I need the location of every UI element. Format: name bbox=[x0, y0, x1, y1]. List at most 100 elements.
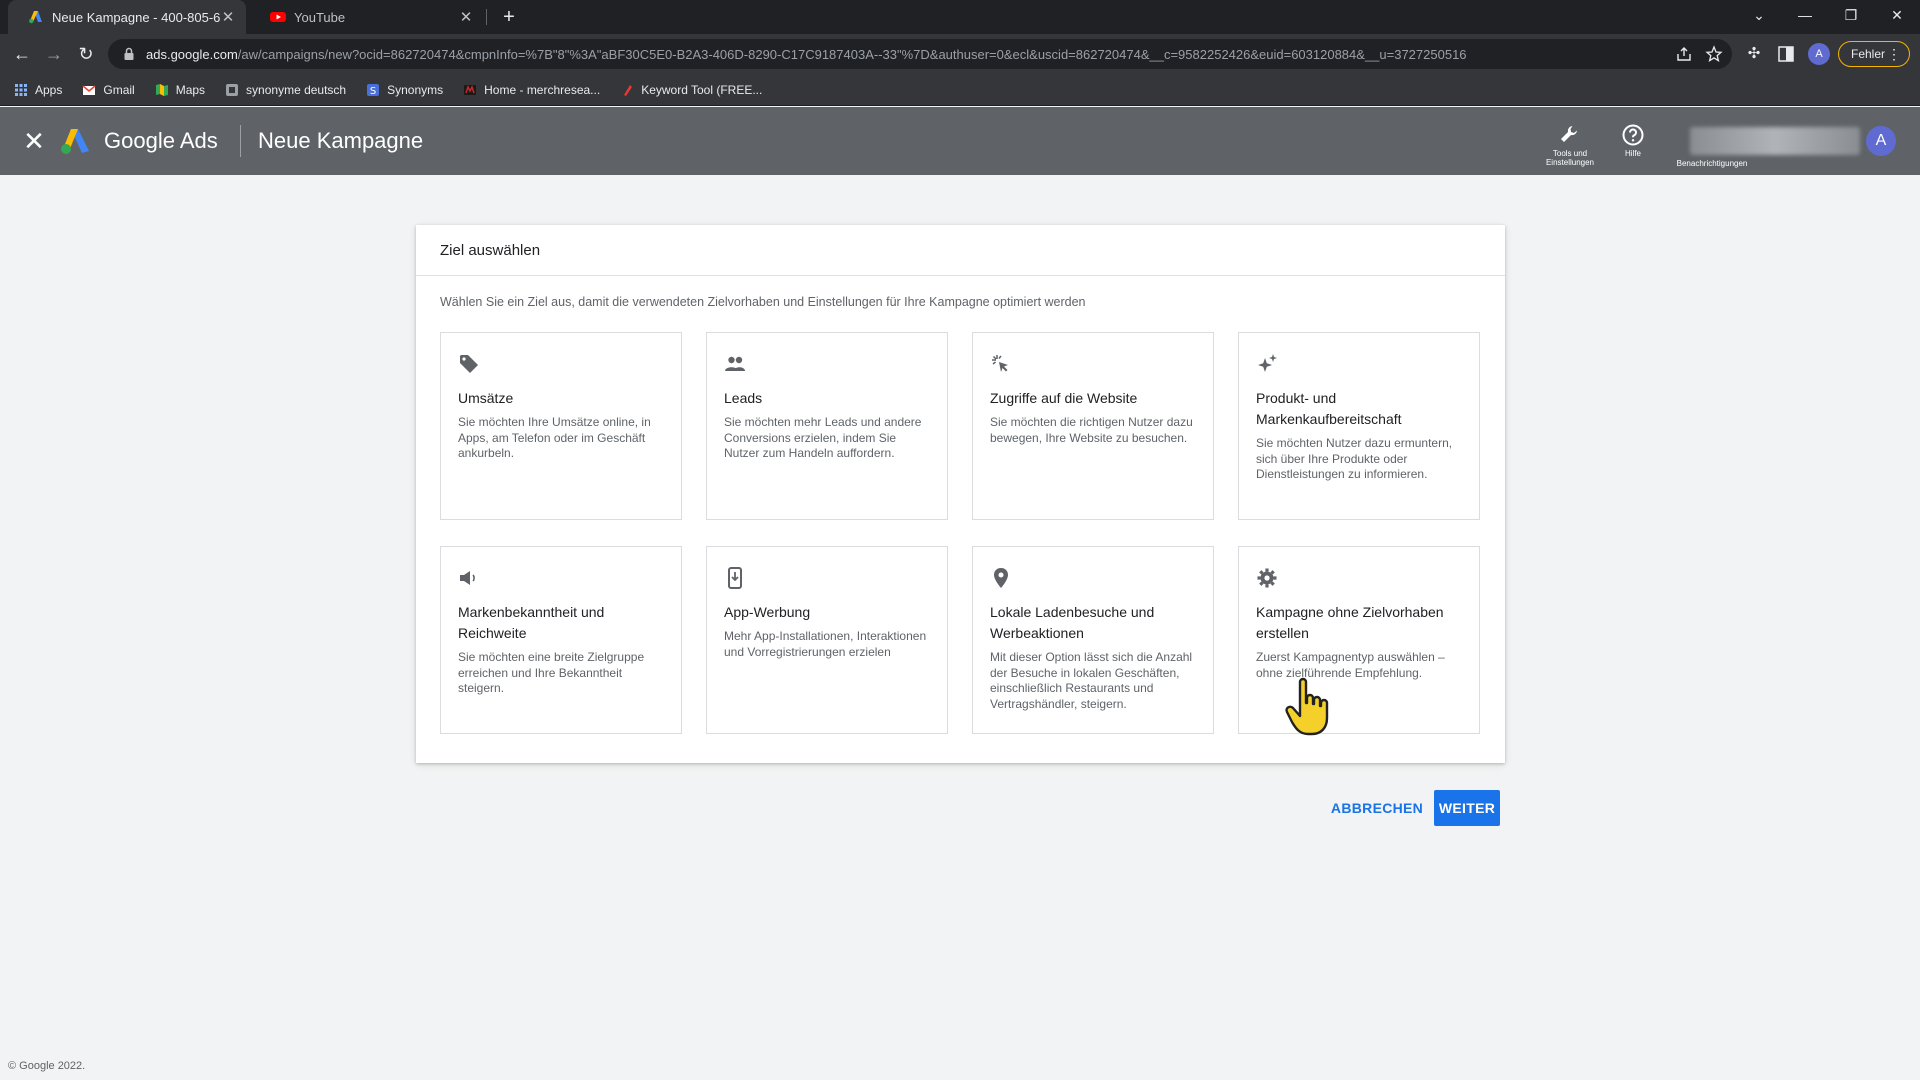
megaphone-icon bbox=[460, 571, 475, 585]
goal-card-description: Mehr App-Installationen, Interaktionen u… bbox=[724, 629, 927, 659]
bookmark-apps[interactable]: Apps bbox=[14, 83, 62, 97]
goal-card-description: Sie möchten mehr Leads und andere Conver… bbox=[724, 415, 922, 461]
restore-icon[interactable]: ❐ bbox=[1828, 0, 1874, 30]
merch-icon bbox=[464, 84, 477, 95]
tab-close-icon[interactable]: ✕ bbox=[220, 8, 236, 26]
dialog-divider bbox=[416, 275, 1505, 276]
bookmark-label: Keyword Tool (FREE... bbox=[641, 82, 763, 97]
bookmark-keyword-tool[interactable]: Keyword Tool (FREE... bbox=[620, 83, 762, 97]
cancel-button[interactable]: ABBRECHEN bbox=[1326, 790, 1428, 826]
goal-card-umsaetze[interactable]: Umsätze Sie möchten Ihre Umsätze online,… bbox=[440, 332, 682, 520]
goal-card-description: Sie möchten die richtigen Nutzer dazu be… bbox=[990, 415, 1193, 445]
wrench-icon bbox=[1561, 126, 1577, 142]
people-icon bbox=[725, 356, 745, 371]
bookmarks-bar: Apps Gmail Maps synonyme deutsch S Synon… bbox=[0, 74, 1920, 106]
goal-card-title: Umsätze bbox=[458, 390, 514, 406]
goal-card-description: Sie möchten Nutzer dazu ermuntern, sich … bbox=[1256, 436, 1453, 482]
url-host: ads.google.com bbox=[146, 46, 238, 62]
browser-toolbar: ← → ↻ ads.google.com/aw/campaigns/new?oc… bbox=[0, 34, 1920, 74]
ads-brand-name: Google Ads bbox=[104, 128, 218, 153]
tab-title: YouTube bbox=[294, 9, 346, 25]
site-icon bbox=[226, 83, 239, 96]
page-title: Neue Kampagne bbox=[258, 128, 424, 153]
goal-card-brand-consideration[interactable]: Produkt- und Markenkaufbereitschaft Sie … bbox=[1238, 332, 1480, 520]
tools-settings-button[interactable]: Tools und Einstellungen bbox=[1535, 123, 1605, 167]
goal-card-app-promotion[interactable]: App-Werbung Mehr App-Installationen, Int… bbox=[706, 546, 948, 734]
help-label: Hilfe bbox=[1624, 149, 1641, 158]
bookmark-label: Maps bbox=[175, 82, 206, 97]
apps-grid-icon bbox=[15, 83, 27, 96]
tab-search-chevron-icon[interactable]: ⌄ bbox=[1736, 0, 1782, 30]
goal-card-title: Zugriffe auf die Website bbox=[990, 390, 1138, 406]
browser-tabstrip: Neue Kampagne - 400-805-6921 ✕ YouTube ✕… bbox=[0, 0, 1920, 34]
goal-card-title: App-Werbung bbox=[724, 604, 811, 620]
bookmark-star-icon[interactable] bbox=[1705, 45, 1723, 63]
address-bar[interactable]: ads.google.com/aw/campaigns/new?ocid=862… bbox=[108, 39, 1732, 69]
tools-label-line1: Tools und bbox=[1552, 149, 1588, 158]
goal-card-title: Lokale Ladenbesuche und Werbeaktionen bbox=[990, 604, 1155, 641]
goal-card-title: Leads bbox=[724, 390, 763, 406]
share-icon[interactable] bbox=[1675, 45, 1693, 63]
account-info-blurred[interactable] bbox=[1690, 127, 1860, 155]
synonyms-icon: S bbox=[367, 83, 380, 97]
reload-icon[interactable]: ↻ bbox=[74, 42, 98, 66]
gear-icon bbox=[1257, 568, 1277, 588]
sparkles-icon bbox=[1258, 354, 1277, 372]
bookmark-synonyms[interactable]: S Synonyms bbox=[366, 83, 443, 97]
svg-text:S: S bbox=[370, 86, 376, 97]
side-panel-icon[interactable] bbox=[1775, 43, 1797, 65]
keyword-tool-icon bbox=[624, 84, 633, 96]
help-circle-icon bbox=[1622, 124, 1644, 146]
phone-download-icon bbox=[728, 567, 742, 589]
tag-icon bbox=[460, 355, 478, 373]
back-arrow-icon[interactable]: ← bbox=[10, 42, 34, 66]
profile-error-button[interactable]: Fehler ⋮ bbox=[1838, 41, 1910, 67]
bookmark-merch[interactable]: Home - merchresea... bbox=[463, 83, 600, 97]
goal-card-website-traffic[interactable]: Zugriffe auf die Website Sie möchten die… bbox=[972, 332, 1214, 520]
goal-card-description: Mit dieser Option lässt sich die Anzahl … bbox=[990, 650, 1193, 711]
window-close-icon[interactable]: ✕ bbox=[1874, 0, 1920, 30]
bookmark-maps[interactable]: Maps bbox=[155, 83, 205, 97]
goal-card-leads[interactable]: Leads Sie möchten mehr Leads und andere … bbox=[706, 332, 948, 520]
tab-separator bbox=[486, 9, 487, 25]
goal-card-brand-awareness[interactable]: Markenbekanntheit und Reichweite Sie möc… bbox=[440, 546, 682, 734]
help-button[interactable]: Hilfe bbox=[1598, 123, 1668, 158]
lock-icon bbox=[124, 47, 134, 60]
bookmark-label: synonyme deutsch bbox=[246, 82, 347, 97]
tab-neue-kampagne[interactable]: Neue Kampagne - 400-805-6921 ✕ bbox=[8, 0, 246, 34]
bookmark-gmail[interactable]: Gmail bbox=[82, 82, 135, 97]
bookmark-label: Gmail bbox=[103, 82, 135, 97]
notifications-label[interactable]: Benachrichtigungen bbox=[1660, 159, 1764, 168]
account-avatar[interactable]: A bbox=[1866, 126, 1896, 156]
minimize-icon[interactable]: — bbox=[1782, 0, 1828, 30]
bookmark-label: Synonyms bbox=[387, 82, 444, 97]
goal-card-title: Markenbekanntheit und Reichweite bbox=[458, 604, 605, 641]
tab-close-icon[interactable]: ✕ bbox=[458, 8, 474, 26]
next-button[interactable]: WEITER bbox=[1434, 790, 1500, 826]
dialog-title: Ziel auswählen bbox=[440, 242, 541, 259]
gmail-icon bbox=[82, 84, 96, 95]
goal-card-description: Sie möchten eine breite Zielgruppe errei… bbox=[458, 650, 645, 696]
profile-avatar[interactable]: A bbox=[1808, 43, 1830, 65]
maps-icon bbox=[155, 83, 168, 96]
youtube-favicon-icon bbox=[270, 12, 286, 22]
extensions-puzzle-icon[interactable]: ✣ bbox=[1743, 43, 1765, 65]
close-icon[interactable]: ✕ bbox=[20, 127, 48, 155]
new-tab-plus-icon[interactable]: + bbox=[497, 4, 521, 30]
hand-pointer-cursor-icon bbox=[1285, 677, 1329, 736]
tab-youtube[interactable]: YouTube ✕ bbox=[250, 0, 484, 34]
tools-label-line2: Einstellungen bbox=[1545, 158, 1595, 167]
bookmark-label: Apps bbox=[35, 82, 63, 97]
dialog-subtitle: Wählen Sie ein Ziel aus, damit die verwe… bbox=[440, 295, 1086, 309]
goal-card-title: Kampagne ohne Zielvorhaben erstellen bbox=[1256, 604, 1444, 641]
forward-arrow-icon[interactable]: → bbox=[42, 42, 66, 66]
bookmark-synonyme-deutsch[interactable]: synonyme deutsch bbox=[225, 83, 346, 97]
more-vert-icon[interactable]: ⋮ bbox=[1887, 42, 1901, 66]
url-path: /aw/campaigns/new?ocid=862720474&cmpnInf… bbox=[237, 46, 1467, 62]
tab-title: Neue Kampagne - 400-805-6921 bbox=[52, 9, 220, 25]
goal-card-local-store-visits[interactable]: Lokale Ladenbesuche und Werbeaktionen Mi… bbox=[972, 546, 1214, 734]
google-ads-logo-icon bbox=[61, 129, 89, 154]
goal-card-no-goal[interactable]: Kampagne ohne Zielvorhaben erstellen Zue… bbox=[1238, 546, 1480, 734]
goal-selection-dialog: Ziel auswählen Wählen Sie ein Ziel aus, … bbox=[416, 225, 1505, 763]
location-pin-icon bbox=[994, 568, 1008, 588]
